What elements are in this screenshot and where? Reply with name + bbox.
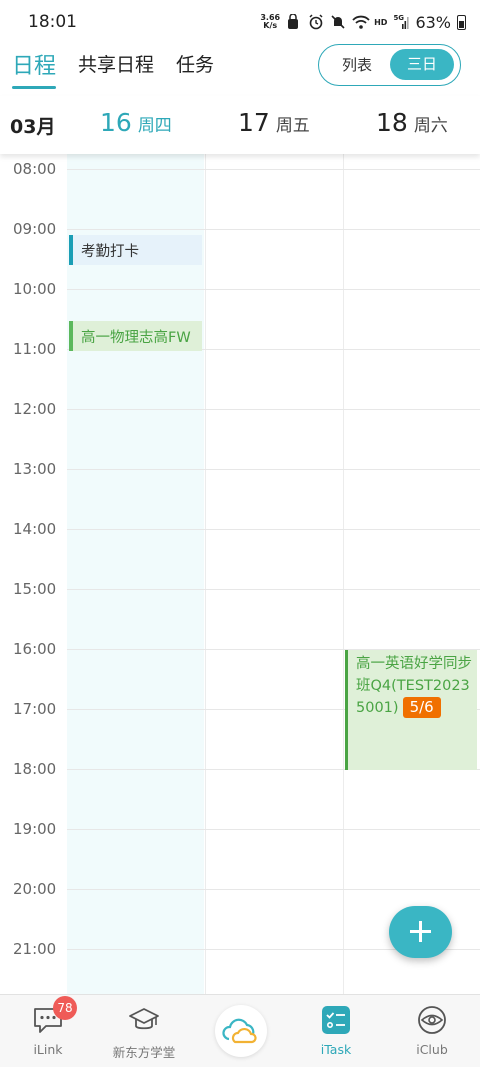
hour-label: 15:00 (13, 580, 57, 598)
nav-xdf-academy[interactable]: 新东方学堂 (96, 995, 192, 1067)
mute-icon (330, 14, 346, 30)
hour-label: 17:00 (13, 700, 57, 718)
month-label: 03月 (10, 116, 56, 138)
alarm-icon (308, 14, 324, 30)
status-icons: 3.66 K/s HD 5G 63% (260, 10, 466, 34)
hour-label: 10:00 (13, 280, 57, 298)
add-event-button[interactable] (389, 906, 452, 958)
tab-active-indicator (12, 86, 56, 89)
hour-gridline (67, 589, 480, 590)
hour-label: 08:00 (13, 160, 57, 178)
wifi-icon (352, 14, 370, 30)
tab-shared-schedule[interactable]: 共享日程 (78, 50, 154, 77)
bottom-nav: 78 iLink 新东方学堂 iTask iClub (0, 994, 480, 1067)
day-weekday: 周六 (413, 116, 448, 136)
toggle-list-view[interactable]: 列表 (329, 53, 385, 77)
nav-itask[interactable]: iTask (288, 995, 384, 1067)
event-checkin[interactable]: 考勤打卡 (69, 235, 202, 265)
signal-icon: 5G (393, 14, 410, 30)
event-physics-class[interactable]: 高一物理志高FW (69, 321, 202, 351)
hour-gridline (67, 289, 480, 290)
vpn-icon (286, 13, 302, 30)
day-header-1[interactable]: 16 周四 (100, 108, 172, 140)
hour-label: 11:00 (13, 340, 57, 358)
toggle-three-day-view[interactable]: 三日 (390, 49, 454, 80)
nav-label: iClub (416, 1042, 448, 1057)
nav-label: iLink (33, 1042, 63, 1057)
hour-label: 16:00 (13, 640, 57, 658)
cloud-logo-icon (221, 1017, 261, 1049)
hour-label: 09:00 (13, 220, 57, 238)
day-header-2[interactable]: 17 周五 (238, 108, 310, 140)
day-header-3[interactable]: 18 周六 (376, 108, 448, 140)
unread-badge: 78 (53, 996, 77, 1020)
eye-icon (416, 1005, 448, 1035)
hour-label: 14:00 (13, 520, 57, 538)
nav-iclub[interactable]: iClub (384, 995, 480, 1067)
battery-percent: 63% (415, 12, 451, 32)
today-column-highlight (67, 154, 204, 994)
hour-label: 21:00 (13, 940, 57, 958)
hour-gridline (67, 169, 480, 170)
day-number: 16 (100, 108, 132, 137)
hour-gridline (67, 829, 480, 830)
hour-gridline (67, 229, 480, 230)
graduation-cap-icon (128, 1005, 160, 1035)
day-weekday: 周四 (137, 116, 172, 136)
cloud-home-button[interactable] (215, 1005, 267, 1057)
column-divider (205, 154, 206, 994)
hour-label: 20:00 (13, 880, 57, 898)
status-bar: 18:01 3.66 K/s HD 5G 63% (0, 0, 480, 44)
task-list-icon (320, 1005, 352, 1035)
hour-label: 13:00 (13, 460, 57, 478)
net-speed: 3.66 K/s (260, 13, 281, 30)
network-type: 5G (393, 14, 405, 22)
hour-gridline (67, 409, 480, 410)
hour-label: 12:00 (13, 400, 57, 418)
nav-label: iTask (320, 1042, 352, 1057)
hd-label: HD (374, 17, 388, 27)
date-header: 03月 16 周四 17 周五 18 周六 (0, 96, 480, 154)
battery-icon (457, 14, 466, 30)
view-toggle: 列表 三日 (318, 44, 461, 86)
time-grid[interactable]: 08:00 09:00 10:00 11:00 12:00 13:00 14:00 15:00… (0, 154, 480, 994)
hour-label: 19:00 (13, 820, 57, 838)
column-divider (343, 154, 344, 994)
tab-tasks[interactable]: 任务 (176, 50, 214, 77)
nav-label: 新东方学堂 (112, 1045, 176, 1060)
hour-label: 18:00 (13, 760, 57, 778)
hour-gridline (67, 469, 480, 470)
day-number: 18 (376, 108, 408, 137)
day-weekday: 周五 (275, 116, 310, 136)
event-english-class[interactable]: 高一英语好学同步班Q4(TEST20235001) 5/6 (345, 650, 477, 770)
event-progress-badge: 5/6 (402, 697, 441, 718)
nav-ilink[interactable]: 78 iLink (0, 995, 96, 1067)
hour-gridline (67, 889, 480, 890)
tab-schedule[interactable]: 日程 (12, 48, 56, 80)
hour-gridline (67, 529, 480, 530)
status-time: 18:01 (28, 12, 77, 32)
header: 日程 共享日程 任务 列表 三日 (0, 44, 480, 90)
day-number: 17 (238, 108, 270, 137)
